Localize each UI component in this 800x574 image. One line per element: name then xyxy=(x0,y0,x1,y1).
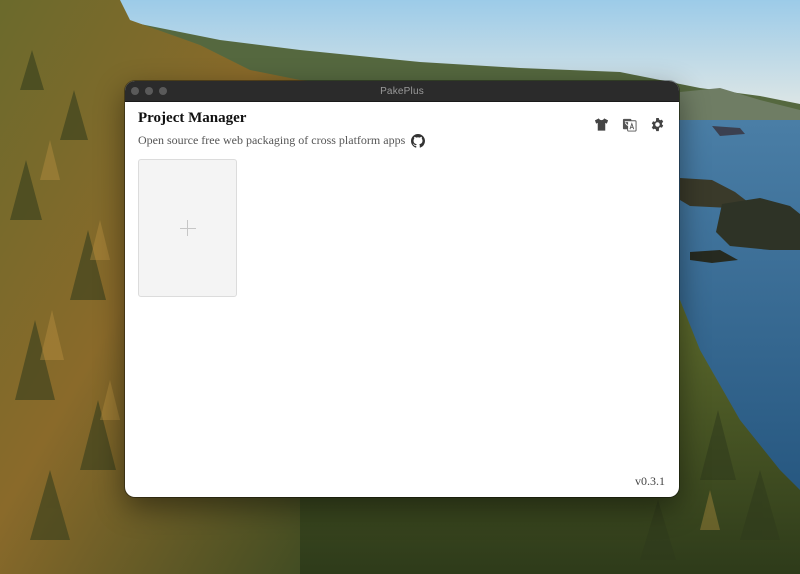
add-project-card[interactable] xyxy=(138,159,237,297)
header-toolbar xyxy=(592,117,666,137)
gear-icon xyxy=(650,117,665,137)
main-content: Project Manager Open source free web pac… xyxy=(125,102,679,497)
plus-icon xyxy=(179,220,196,236)
app-window: PakePlus Project Manager Open source fre… xyxy=(125,81,679,497)
close-window-button[interactable] xyxy=(131,87,139,95)
page-subtitle: Open source free web packaging of cross … xyxy=(138,133,406,147)
version-label: v0.3.1 xyxy=(635,474,665,488)
settings-button[interactable] xyxy=(648,117,666,137)
language-button[interactable] xyxy=(620,118,638,136)
translate-icon xyxy=(622,117,637,137)
theme-button[interactable] xyxy=(592,118,610,136)
window-controls xyxy=(131,87,167,95)
github-icon[interactable] xyxy=(411,133,426,148)
tshirt-theme-icon xyxy=(594,117,609,137)
page-title: Project Manager xyxy=(138,110,247,126)
minimize-window-button[interactable] xyxy=(145,87,153,95)
window-title: PakePlus xyxy=(380,85,424,97)
subtitle-row: Open source free web packaging of cross … xyxy=(138,133,426,148)
zoom-window-button[interactable] xyxy=(159,87,167,95)
window-titlebar[interactable]: PakePlus xyxy=(125,81,679,102)
